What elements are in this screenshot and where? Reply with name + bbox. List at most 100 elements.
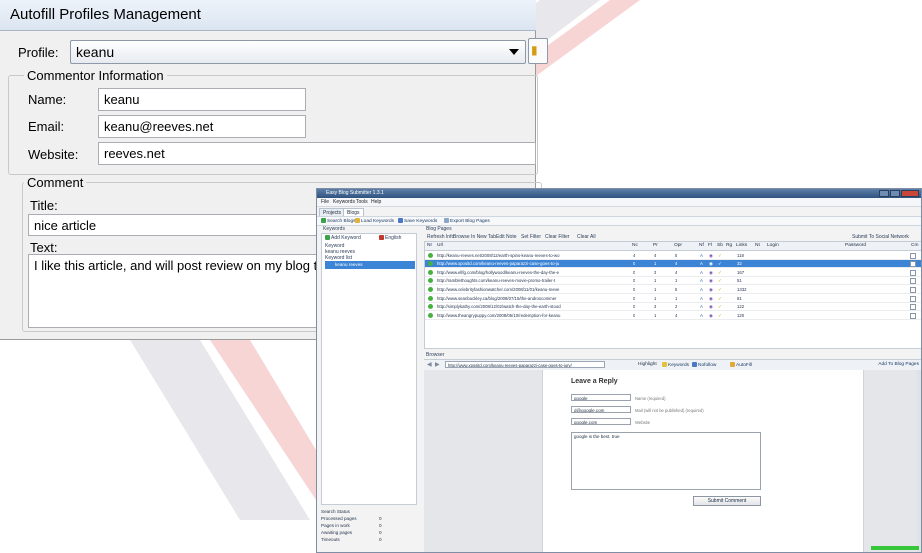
page-name-hint: Name (required) bbox=[635, 396, 666, 401]
blog-submitter-window: Easy Blog Submitter 1.3.1 File Keywords … bbox=[316, 188, 922, 553]
keywords-panel bbox=[321, 233, 417, 505]
col-fl[interactable]: Fl bbox=[708, 243, 712, 248]
menu-keywords[interactable]: Keywords bbox=[333, 199, 355, 205]
table-row[interactable]: http://www.ellfg.com/blog/hollywood/kean… bbox=[425, 268, 921, 277]
close-button[interactable] bbox=[901, 190, 919, 197]
back-icon[interactable]: ◀ bbox=[427, 361, 432, 368]
autofill-button[interactable]: AutoFill bbox=[730, 362, 752, 368]
check-icon: ✓ bbox=[718, 295, 722, 301]
table-row[interactable]: http://www.celebrityfashionwatcher.com/2… bbox=[425, 285, 921, 294]
browse-new-tab-button[interactable]: Browse In New Tab bbox=[453, 234, 496, 240]
chevron-down-icon bbox=[509, 49, 519, 55]
name-field[interactable]: keanu bbox=[98, 88, 306, 111]
comment-checkbox[interactable] bbox=[910, 304, 916, 311]
cell-url: http://ramblethoughts.com/keanu-reeves-m… bbox=[437, 278, 556, 284]
forward-icon[interactable]: ▶ bbox=[435, 361, 440, 368]
col-password[interactable]: Password bbox=[845, 243, 866, 248]
comment-checkbox[interactable] bbox=[910, 278, 916, 285]
edit-note-button[interactable]: Edit Note bbox=[496, 234, 517, 240]
submit-social-button[interactable]: Submit To Social Network bbox=[852, 234, 909, 240]
col-nt[interactable]: Nt bbox=[755, 243, 760, 248]
maximize-button[interactable] bbox=[890, 190, 900, 197]
col-sb[interactable]: Sb bbox=[717, 243, 723, 248]
open-profile-button[interactable]: ▮ bbox=[528, 38, 548, 64]
table-row[interactable]: http://ramblethoughts.com/keanu-reeves-m… bbox=[425, 277, 921, 286]
col-url[interactable]: Url bbox=[437, 243, 443, 248]
col-opr[interactable]: Opr bbox=[674, 243, 682, 248]
profile-select[interactable]: keanu bbox=[70, 40, 526, 64]
awaiting-pages-label: Awaiting pages bbox=[321, 530, 353, 535]
cell-pr: 1 bbox=[654, 286, 657, 292]
grid-header: Nr Url Nc Pr Opr Nf Fl Sb Rg Links Nt Lo… bbox=[425, 242, 921, 251]
status-icon bbox=[428, 269, 433, 275]
comment-checkbox[interactable] bbox=[910, 261, 916, 268]
col-nc[interactable]: Nc bbox=[632, 243, 638, 248]
status-icon bbox=[428, 261, 433, 267]
keyword-list-item[interactable]: keanu reeves bbox=[325, 261, 415, 269]
table-row[interactable]: http://keanu-reeves.net/2008/12/earth-sp… bbox=[425, 251, 921, 260]
folder-icon bbox=[355, 218, 360, 223]
add-keyword-button[interactable]: Add Keyword bbox=[325, 235, 361, 241]
comment-checkbox[interactable] bbox=[910, 252, 916, 259]
cell-links: 167 bbox=[737, 269, 745, 275]
menu-tools[interactable]: Tools bbox=[356, 199, 368, 205]
cell-pr: 1 bbox=[654, 295, 657, 301]
comment-checkbox[interactable] bbox=[910, 312, 916, 319]
cell-opr: 5 bbox=[675, 252, 678, 258]
comment-checkbox[interactable] bbox=[910, 269, 916, 276]
blog-pages-grid: Nr Url Nc Pr Opr Nf Fl Sb Rg Links Nt Lo… bbox=[424, 241, 921, 349]
table-row[interactable]: http://www.seanbuckley.ca/blog/2008/07/1… bbox=[425, 294, 921, 303]
comment-checkbox[interactable] bbox=[910, 295, 916, 302]
commentor-legend: Commentor Information bbox=[24, 68, 167, 83]
submit-comment-button[interactable]: Submit Comment bbox=[693, 496, 761, 506]
table-row[interactable]: http://www.xpositd.com/keanu-reeves-papa… bbox=[425, 259, 921, 269]
col-cm[interactable]: Cm bbox=[911, 243, 918, 248]
language-select[interactable]: English bbox=[379, 235, 401, 241]
page-website-field[interactable]: google.com bbox=[571, 418, 631, 425]
col-pr[interactable]: Pr bbox=[653, 243, 658, 248]
menu-help[interactable]: Help bbox=[371, 199, 381, 205]
cell-links: 122 bbox=[737, 304, 745, 310]
col-links[interactable]: Links bbox=[736, 243, 747, 248]
menu-file[interactable]: File bbox=[321, 199, 329, 205]
anchor-icon: A bbox=[700, 278, 703, 284]
page-mail-field[interactable]: d@google.com bbox=[571, 406, 631, 413]
page-scrollbar[interactable] bbox=[917, 370, 921, 552]
col-nr[interactable]: Nr bbox=[427, 243, 432, 248]
clear-filter-button[interactable]: Clear Filter bbox=[545, 234, 569, 240]
refresh-info-button[interactable]: Refresh Info bbox=[427, 234, 454, 240]
page-icon: ◉ bbox=[709, 252, 713, 258]
set-filter-button[interactable]: Set Filter bbox=[521, 234, 541, 240]
col-login[interactable]: Login bbox=[767, 243, 779, 248]
search-status-panel: Search Status Processed pages 0 Pages in… bbox=[321, 509, 417, 549]
website-field[interactable]: reeves.net bbox=[98, 142, 536, 165]
table-row[interactable]: http://www.theangrypuppy.com/2008/05/10/… bbox=[425, 311, 921, 320]
table-row[interactable]: http://simplykathy.com/2008/12/02/watch-… bbox=[425, 303, 921, 312]
keywords-toggle[interactable]: Keywords bbox=[662, 362, 689, 368]
highlight-label: Highlight bbox=[638, 362, 657, 367]
save-icon bbox=[398, 218, 403, 223]
add-to-blog-pages-button[interactable]: Add To Blog Pages bbox=[878, 362, 919, 367]
comment-checkbox[interactable] bbox=[910, 286, 916, 293]
email-field[interactable]: keanu@reeves.net bbox=[98, 115, 306, 138]
cell-links: 32 bbox=[737, 261, 742, 267]
export-blog-pages-button[interactable]: Export Blog Pages bbox=[444, 218, 490, 224]
timeouts-label: Timeouts bbox=[321, 537, 340, 542]
page-comment-field[interactable]: google is the best. true bbox=[571, 432, 761, 490]
anchor-icon: A bbox=[700, 304, 703, 310]
cell-links: 1332 bbox=[737, 286, 747, 292]
search-status-title: Search Status bbox=[321, 509, 350, 514]
nofollow-toggle[interactable]: Nofollow bbox=[692, 362, 716, 368]
search-blogs-button[interactable]: Search Blogs bbox=[321, 218, 356, 224]
browser-url-input[interactable]: http://www.xpositd.com/keanu-reeves-papa… bbox=[445, 361, 605, 368]
page-name-field[interactable]: google bbox=[571, 394, 631, 401]
col-nf[interactable]: Nf bbox=[699, 243, 704, 248]
cell-opr: 4 bbox=[675, 312, 678, 318]
minimize-button[interactable] bbox=[879, 190, 889, 197]
profile-label: Profile: bbox=[18, 45, 59, 60]
clear-all-button[interactable]: Clear All bbox=[577, 234, 596, 240]
load-keywords-button[interactable]: Load Keywords bbox=[355, 218, 394, 224]
save-keywords-button[interactable]: Save Keywords bbox=[398, 218, 437, 224]
cell-pr: 4 bbox=[654, 252, 657, 258]
col-rg[interactable]: Rg bbox=[726, 243, 732, 248]
